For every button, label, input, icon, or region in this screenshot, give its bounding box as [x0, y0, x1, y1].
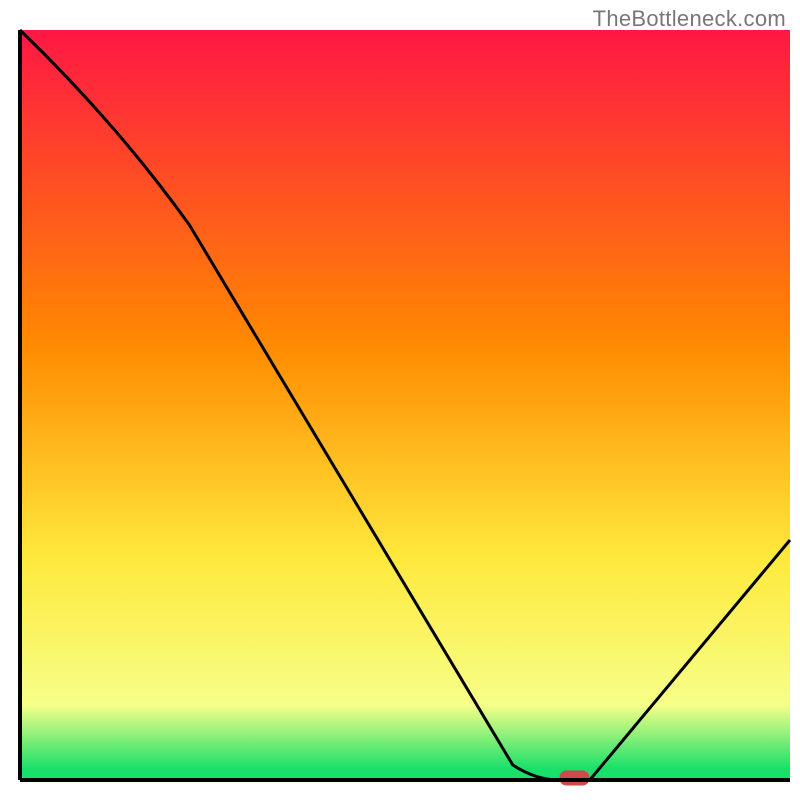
bottleneck-chart	[0, 0, 800, 800]
gradient-background	[20, 30, 790, 780]
chart-stage: TheBottleneck.com	[0, 0, 800, 800]
